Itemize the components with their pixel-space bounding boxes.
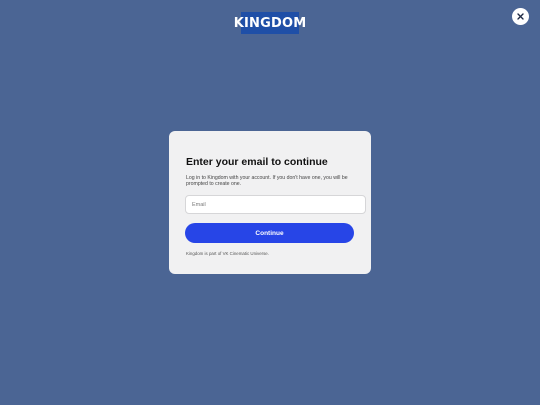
footer-note: Kingdom is part of VK Cinematic Universe… bbox=[186, 251, 269, 256]
continue-button[interactable]: Continue bbox=[185, 223, 354, 243]
dialog-description: Log in to Kingdom with your account. If … bbox=[186, 175, 348, 187]
close-button[interactable] bbox=[512, 8, 529, 25]
kingdom-logo: KINGDOM bbox=[234, 12, 306, 34]
login-dialog: Enter your email to continue Log in to K… bbox=[169, 131, 371, 274]
logo-text: KINGDOM bbox=[233, 15, 307, 31]
email-input[interactable] bbox=[185, 195, 366, 214]
close-icon bbox=[517, 13, 524, 20]
dialog-title: Enter your email to continue bbox=[186, 156, 328, 168]
